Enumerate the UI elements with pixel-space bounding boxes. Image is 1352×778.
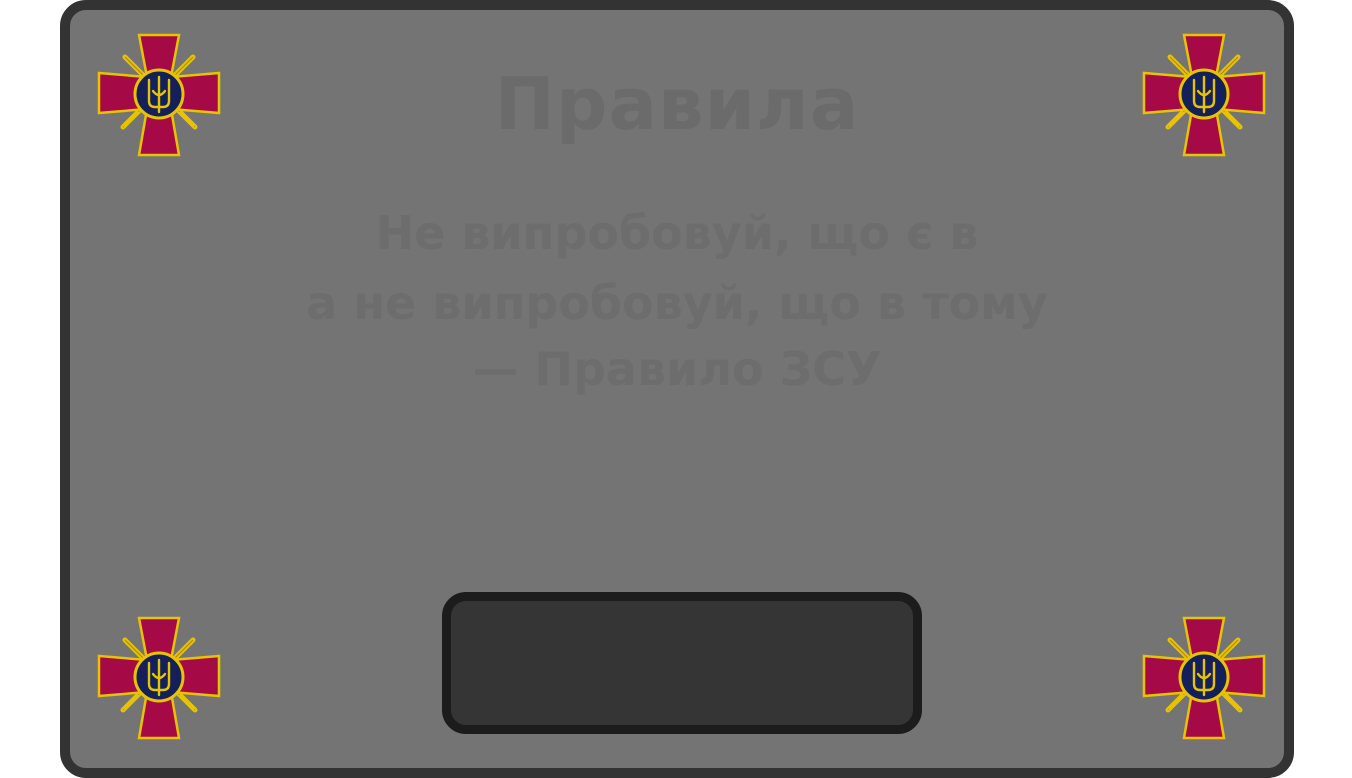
message-line-1: Не випробовуй, що є в — [375, 206, 979, 260]
action-button[interactable] — [442, 592, 922, 734]
armed-forces-cross-icon — [1142, 616, 1266, 740]
alert-panel: Правила Не випробовуй, що є в а не випро… — [60, 0, 1294, 778]
message-line-2: а не випробовуй, що в тому — [306, 276, 1048, 330]
screen-title: Правила — [494, 62, 860, 146]
message-line-3: — Правило ЗСУ — [472, 342, 882, 396]
armed-forces-cross-icon — [97, 616, 221, 740]
